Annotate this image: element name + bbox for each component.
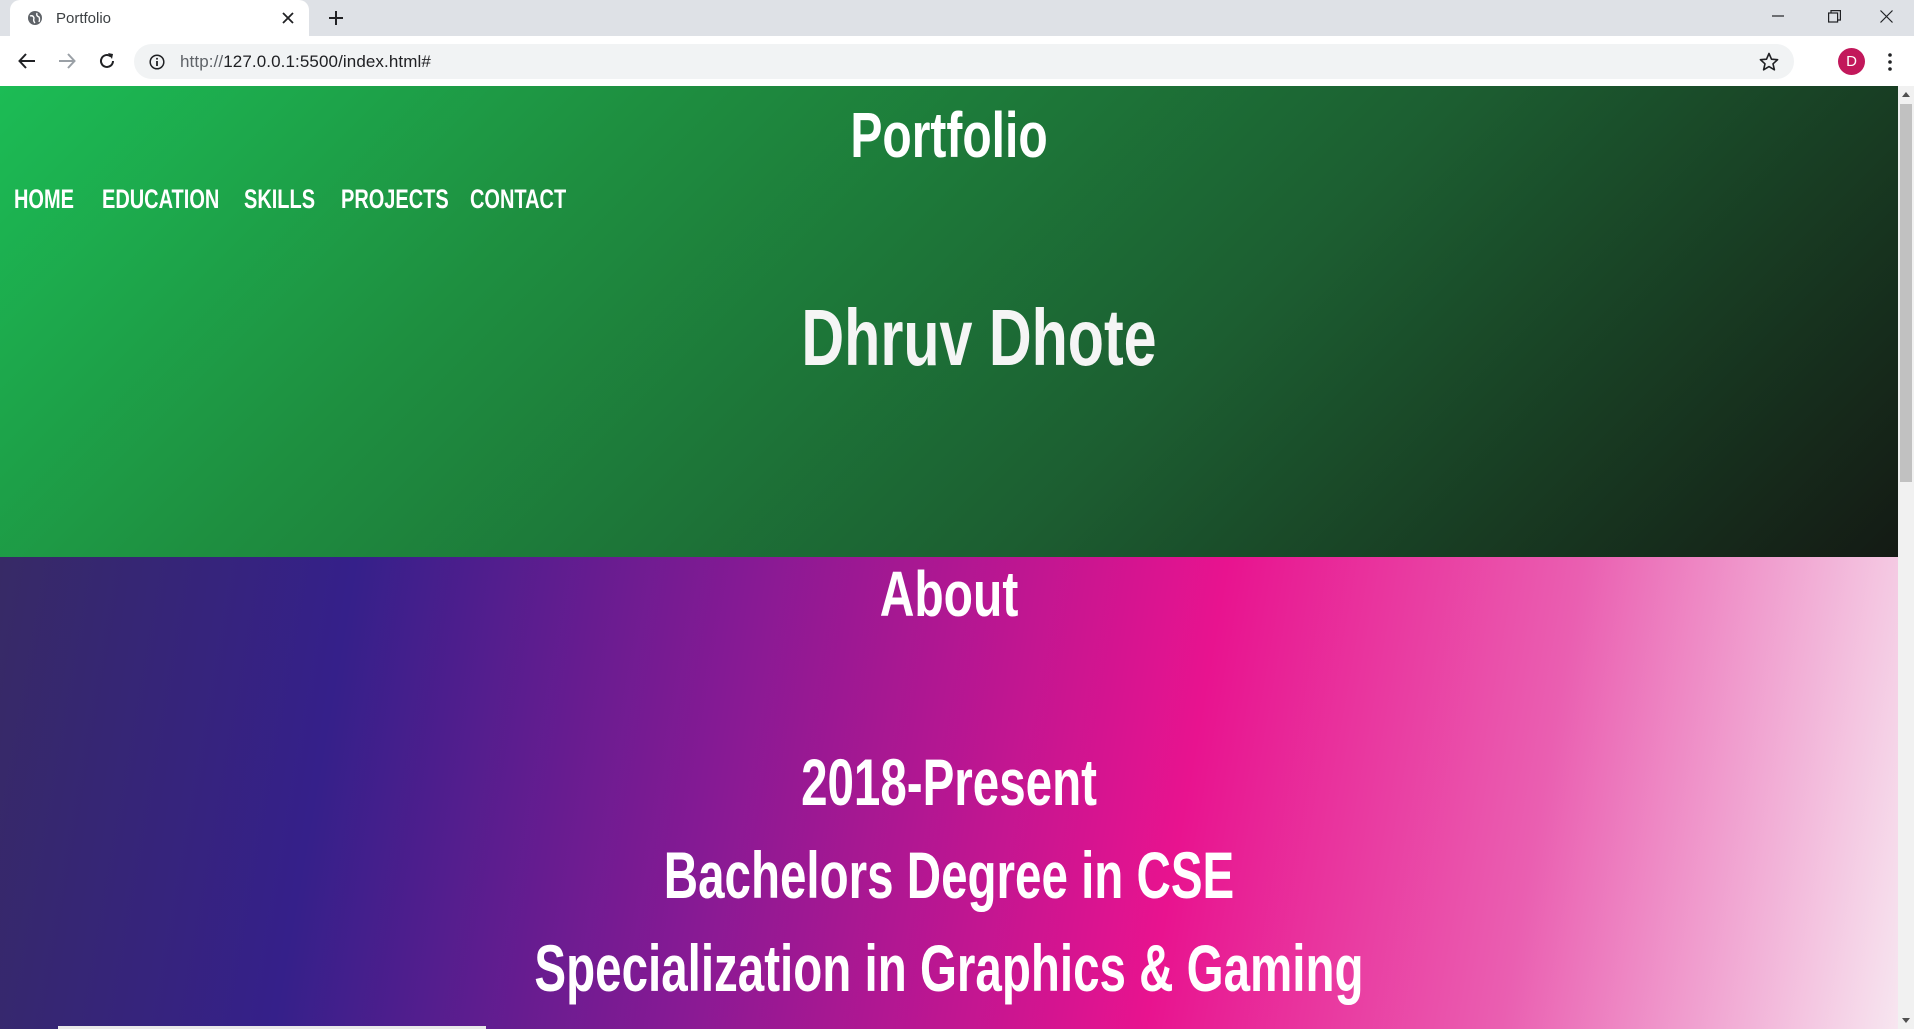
hero-section: Portfolio HOME EDUCATION SKILLS PROJECTS… [0, 86, 1898, 557]
hero-name: Dhruv Dhote [801, 293, 1157, 382]
nav-link-projects[interactable]: PROJECTS [341, 184, 449, 215]
education-years: 2018-Present [801, 745, 1097, 819]
address-bar[interactable]: http://127.0.0.1:5500/index.html# [134, 44, 1794, 79]
about-title: About [879, 558, 1019, 630]
nav-link-home[interactable]: HOME [14, 184, 79, 215]
main-nav: HOME EDUCATION SKILLS PROJECTS CONTACT [14, 184, 580, 215]
window-close-icon[interactable] [1858, 0, 1914, 32]
globe-icon [26, 9, 44, 27]
education-degree: Bachelors Degree in CSE [663, 838, 1235, 912]
page-viewport: Portfolio HOME EDUCATION SKILLS PROJECTS… [0, 86, 1914, 1029]
restore-icon[interactable] [1806, 0, 1862, 32]
browser-tab[interactable]: Portfolio [10, 0, 309, 36]
browser-toolbar: http://127.0.0.1:5500/index.html# D [0, 36, 1914, 86]
url-host-path: 127.0.0.1:5500/index.html# [223, 51, 431, 71]
vertical-scrollbar[interactable] [1898, 86, 1914, 1029]
nav-link-skills[interactable]: SKILLS [244, 184, 316, 215]
plus-icon[interactable] [322, 4, 350, 32]
close-icon[interactable] [277, 7, 299, 29]
scrollbar-thumb[interactable] [1900, 104, 1912, 482]
star-icon[interactable] [1758, 51, 1780, 73]
minimize-icon[interactable] [1750, 0, 1806, 32]
scroll-up-icon[interactable] [1898, 86, 1914, 102]
scroll-down-icon[interactable] [1898, 1013, 1914, 1029]
reload-icon[interactable] [92, 46, 122, 76]
url-text: http://127.0.0.1:5500/index.html# [180, 52, 431, 72]
profile-avatar[interactable]: D [1838, 48, 1865, 75]
nav-link-contact[interactable]: CONTACT [470, 184, 566, 215]
info-icon[interactable] [148, 53, 166, 71]
tab-strip: Portfolio [0, 0, 1914, 36]
about-section: About 2018-Present Bachelors Degree in C… [0, 557, 1898, 1029]
kebab-menu-icon[interactable] [1880, 48, 1900, 75]
nav-link-education[interactable]: EDUCATION [102, 184, 219, 215]
page-content: Portfolio HOME EDUCATION SKILLS PROJECTS… [0, 86, 1898, 1029]
url-scheme: http:// [180, 51, 224, 71]
education-specialization: Specialization in Graphics & Gaming [534, 931, 1364, 1005]
back-icon[interactable] [12, 46, 42, 76]
forward-icon[interactable] [52, 46, 82, 76]
tab-title: Portfolio [56, 9, 112, 27]
site-title: Portfolio [850, 99, 1048, 171]
